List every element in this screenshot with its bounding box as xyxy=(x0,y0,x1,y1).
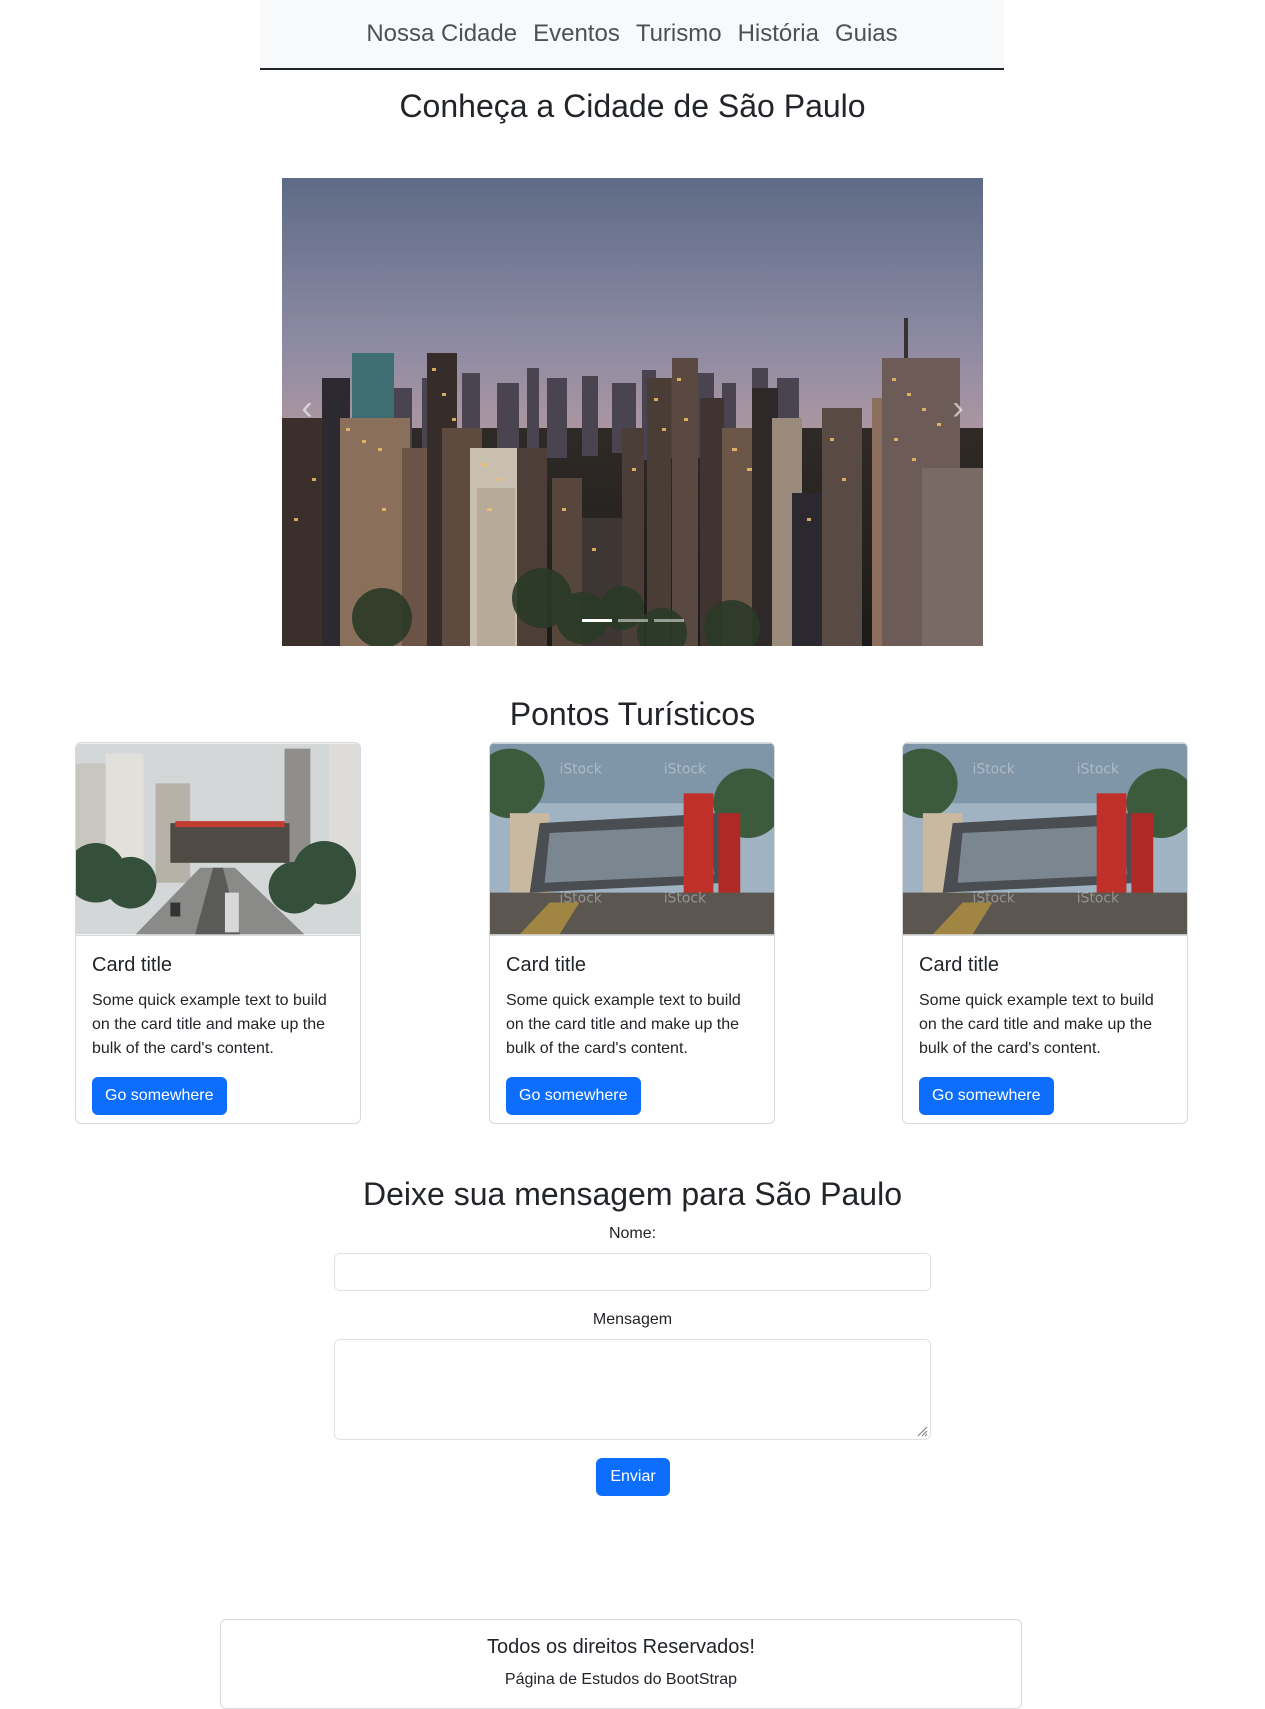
svg-text:iStock: iStock xyxy=(973,761,1015,777)
resize-handle-icon[interactable] xyxy=(916,1425,928,1437)
nav-link-turismo[interactable]: Turismo xyxy=(636,20,722,48)
message-textarea[interactable] xyxy=(334,1339,931,1440)
page-title: Conheça a Cidade de São Paulo xyxy=(399,88,866,124)
nav-link-guias[interactable]: Guias xyxy=(835,20,898,48)
card-image-avenue xyxy=(76,743,360,936)
attractions-heading: Pontos Turísticos xyxy=(509,696,756,732)
go-somewhere-button[interactable]: Go somewhere xyxy=(919,1077,1054,1115)
nav-link-nossa-cidade[interactable]: Nossa Cidade xyxy=(366,20,517,48)
nav-link-historia[interactable]: História xyxy=(738,20,819,48)
message-label: Mensagem xyxy=(592,1311,673,1328)
go-somewhere-button[interactable]: Go somewhere xyxy=(92,1077,227,1115)
city-skyline-image xyxy=(282,178,983,646)
chevron-left-icon: ‹ xyxy=(301,388,313,427)
footer-title: Todos os direitos Reservados! xyxy=(487,1636,755,1658)
card-title: Card title xyxy=(92,954,173,976)
card-body: Card title Some quick example text to bu… xyxy=(76,936,360,1123)
footer-subtitle: Página de Estudos do BootStrap xyxy=(504,1671,738,1688)
card-body: Card title Some quick example text to bu… xyxy=(490,936,774,1123)
nav-link-eventos[interactable]: Eventos xyxy=(533,20,620,48)
card-title: Card title xyxy=(919,954,1000,976)
svg-text:iStock: iStock xyxy=(664,761,706,777)
city-carousel: ‹ › xyxy=(282,178,983,646)
submit-button[interactable]: Enviar xyxy=(596,1458,670,1496)
message-form-heading: Deixe sua mensagem para São Paulo xyxy=(363,1176,902,1212)
carousel-indicators xyxy=(282,619,983,622)
svg-text:iStock: iStock xyxy=(1077,891,1119,907)
attraction-card: iStock iStock iStock iStock Card title Some… xyxy=(902,742,1188,1124)
carousel-indicator-2[interactable] xyxy=(617,619,648,622)
svg-text:iStock: iStock xyxy=(560,761,602,777)
svg-text:iStock: iStock xyxy=(664,891,706,907)
card-image-masp: iStock iStock iStock iStock xyxy=(903,743,1187,936)
attraction-card: Card title Some quick example text to bu… xyxy=(75,742,361,1124)
carousel-indicator-3[interactable] xyxy=(653,619,684,622)
card-body: Card title Some quick example text to bu… xyxy=(903,936,1187,1123)
attraction-card: iStock iStock iStock iStock Card title Some… xyxy=(489,742,775,1124)
name-field[interactable] xyxy=(334,1253,931,1291)
card-text: Some quick example text to build on the … xyxy=(919,992,1154,1057)
name-label: Nome: xyxy=(608,1225,657,1242)
svg-text:iStock: iStock xyxy=(560,891,602,907)
card-image-masp: iStock iStock iStock iStock xyxy=(490,743,774,936)
go-somewhere-button[interactable]: Go somewhere xyxy=(506,1077,641,1115)
svg-text:iStock: iStock xyxy=(973,891,1015,907)
carousel-prev-button[interactable]: ‹ xyxy=(282,358,332,458)
card-title: Card title xyxy=(506,954,587,976)
carousel-next-button[interactable]: › xyxy=(933,358,983,458)
card-text: Some quick example text to build on the … xyxy=(506,992,741,1057)
top-navbar: Nossa Cidade Eventos Turismo História Gu… xyxy=(260,0,1004,70)
svg-text:iStock: iStock xyxy=(1077,761,1119,777)
carousel-indicator-1[interactable] xyxy=(581,619,612,622)
card-text: Some quick example text to build on the … xyxy=(92,992,327,1057)
footer: Todos os direitos Reservados! Página de … xyxy=(220,1619,1022,1709)
chevron-right-icon: › xyxy=(952,388,964,427)
